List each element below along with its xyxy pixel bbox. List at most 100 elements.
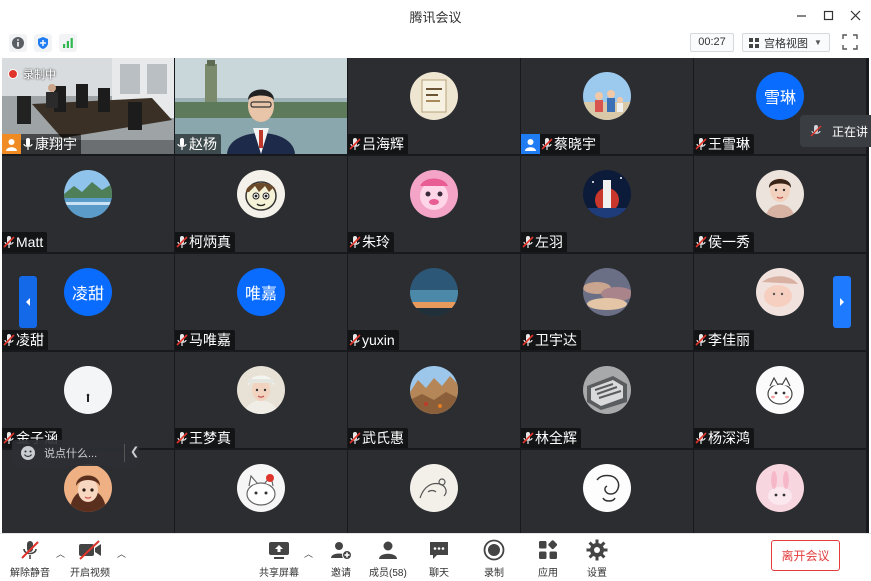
minimize-icon[interactable] xyxy=(790,5,812,25)
mic-muted-icon xyxy=(176,432,188,444)
close-icon[interactable] xyxy=(844,5,866,25)
participant-name: 马唯嘉 xyxy=(189,332,231,348)
emoji-icon[interactable] xyxy=(20,445,36,461)
meeting-timer: 00:27 xyxy=(690,33,734,52)
host-badge xyxy=(2,134,21,154)
grid-icon xyxy=(749,37,759,48)
bottom-toolbar: 解除静音 ︿ 开启视频 ︿ 共享屏幕 ︿ 邀请 成员(58) 聊天 录制 应用 … xyxy=(0,533,871,581)
chat-button[interactable]: 聊天 xyxy=(427,538,451,579)
participant-name-tag: 王雪琳 xyxy=(694,134,754,154)
apps-label: 应用 xyxy=(538,568,558,579)
maximize-icon[interactable] xyxy=(817,5,839,25)
chat-placeholder: 说点什么... xyxy=(44,448,98,460)
record-button[interactable]: 录制 xyxy=(482,538,506,579)
unmute-button[interactable]: 解除静音 xyxy=(10,538,50,579)
participant-tile[interactable] xyxy=(175,450,347,533)
participant-tile[interactable]: 赵杨 xyxy=(175,58,347,154)
avatar xyxy=(64,170,112,218)
avatar xyxy=(410,464,458,512)
participant-tile[interactable]: 杨深鸿 xyxy=(694,352,866,448)
avatar-image xyxy=(64,464,112,512)
mic-muted-icon xyxy=(3,334,15,346)
share-screen-button[interactable]: 共享屏幕 xyxy=(259,538,299,579)
start-video-button[interactable]: 开启视频 xyxy=(70,538,110,579)
add-user-icon xyxy=(331,542,352,560)
participant-name: 朱玲 xyxy=(362,234,390,250)
participant-name-tag: 马唯嘉 xyxy=(175,330,235,350)
mic-muted-icon xyxy=(349,138,361,150)
participant-tile[interactable]: 王梦真 xyxy=(175,352,347,448)
participant-name: 王梦真 xyxy=(189,430,231,446)
participant-tile[interactable] xyxy=(694,450,866,533)
mic-muted-icon xyxy=(695,138,707,150)
avatar-image xyxy=(410,170,458,218)
participant-tile[interactable]: 金子涵 xyxy=(2,352,174,448)
avatar xyxy=(583,464,631,512)
participant-name: 侯一秀 xyxy=(708,234,750,250)
invite-button[interactable]: 邀请 xyxy=(329,538,353,579)
apps-button[interactable]: 应用 xyxy=(536,538,560,579)
fullscreen-icon[interactable] xyxy=(842,34,860,52)
avatar-image xyxy=(583,72,631,120)
participant-name: 赵杨 xyxy=(189,136,217,152)
page-prev-button[interactable] xyxy=(19,276,37,328)
record-icon xyxy=(483,539,505,561)
chevron-left-icon xyxy=(26,298,30,306)
mic-muted-indicator xyxy=(521,428,535,448)
participant-tile[interactable]: 左羽 xyxy=(521,156,693,252)
participant-tile[interactable] xyxy=(521,450,693,533)
page-next-button[interactable] xyxy=(833,276,851,328)
participant-tile[interactable]: 柯炳真 xyxy=(175,156,347,252)
participant-name: Matt xyxy=(16,234,44,250)
mic-muted-icon xyxy=(541,138,553,150)
avatar xyxy=(410,72,458,120)
chevron-left-icon[interactable]: ❮ xyxy=(130,445,139,458)
participant-name: 柯炳真 xyxy=(189,234,231,250)
apps-icon xyxy=(539,540,558,559)
avatar xyxy=(64,464,112,512)
participant-tile[interactable]: 卫宇达 xyxy=(521,254,693,350)
participant-name-tag: 蔡晓宇 xyxy=(521,134,600,154)
avatar xyxy=(756,366,804,414)
participant-tile[interactable]: 武氏惠 xyxy=(348,352,520,448)
cohost-badge xyxy=(521,134,540,154)
speaking-indicator[interactable]: 正在讲 xyxy=(800,115,871,147)
mic-muted-indicator xyxy=(175,330,189,350)
mic-muted-indicator xyxy=(348,330,362,350)
mic-on-indicator xyxy=(21,134,35,154)
audio-options-chevron-icon[interactable]: ︿ xyxy=(56,547,65,560)
video-options-chevron-icon[interactable]: ︿ xyxy=(117,547,126,560)
info-icon[interactable] xyxy=(9,34,27,52)
mic-muted-icon xyxy=(21,541,39,559)
leave-meeting-button[interactable]: 离开会议 xyxy=(771,540,840,571)
participant-name-tag: 武氏惠 xyxy=(348,428,408,448)
mic-muted-icon xyxy=(176,334,188,346)
participant-tile[interactable]: 唯嘉 马唯嘉 xyxy=(175,254,347,350)
participant-tile[interactable]: 朱玲 xyxy=(348,156,520,252)
avatar-image xyxy=(583,268,631,316)
avatar-image xyxy=(237,366,285,414)
participant-name: 杨深鸿 xyxy=(708,430,750,446)
participant-name-tag: 杨深鸿 xyxy=(694,428,754,448)
participant-tile[interactable]: yuxin xyxy=(348,254,520,350)
signal-icon[interactable] xyxy=(59,34,77,52)
avatar-image xyxy=(237,170,285,218)
shield-icon[interactable] xyxy=(34,34,52,52)
participant-tile[interactable]: 蔡晓宇 xyxy=(521,58,693,154)
chat-quick-input[interactable]: 说点什么... ❮ xyxy=(12,440,139,466)
participant-tile[interactable]: Matt xyxy=(2,156,174,252)
participant-tile[interactable]: 吕海辉 xyxy=(348,58,520,154)
members-button[interactable]: 成员(58) xyxy=(369,538,407,579)
share-options-chevron-icon[interactable]: ︿ xyxy=(304,547,313,560)
avatar xyxy=(756,170,804,218)
participant-tile[interactable]: 侯一秀 xyxy=(694,156,866,252)
participant-tile[interactable] xyxy=(348,450,520,533)
view-mode-button[interactable]: 宫格视图 ▼ xyxy=(742,33,830,52)
avatar-image xyxy=(583,366,631,414)
participant-tile[interactable]: 林全辉 xyxy=(521,352,693,448)
avatar-image xyxy=(64,170,112,218)
settings-button[interactable]: 设置 xyxy=(585,538,609,579)
avatar xyxy=(237,464,285,512)
title-bar: 腾讯会议 xyxy=(0,0,871,30)
info-bar: 00:27 宫格视图 ▼ xyxy=(0,30,871,56)
